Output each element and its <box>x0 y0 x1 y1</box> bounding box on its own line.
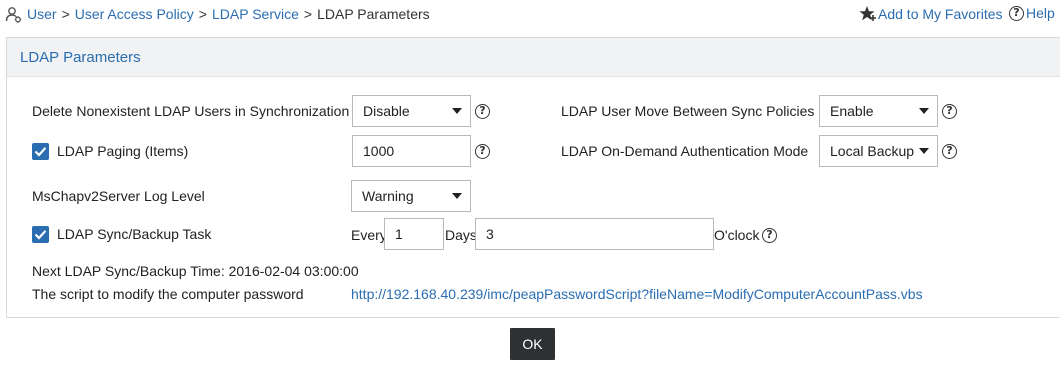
chevron-down-icon <box>452 108 462 114</box>
panel-title: LDAP Parameters <box>20 49 141 66</box>
script-url-link[interactable]: http://192.168.40.239/imc/peapPasswordSc… <box>351 286 923 302</box>
sync-hour-input[interactable]: 3 <box>475 218 714 250</box>
on-demand-auth-label: LDAP On-Demand Authentication Mode <box>561 143 809 159</box>
question-circle-icon[interactable]: ? <box>942 144 957 159</box>
mschap-log-level-label: MsChapv2Server Log Level <box>32 188 205 204</box>
check-icon <box>34 230 47 240</box>
sync-hour-value: 3 <box>486 226 494 242</box>
mschap-log-level-value: Warning <box>362 188 414 204</box>
panel-header: LDAP Parameters <box>7 38 1060 77</box>
ok-button[interactable]: OK <box>510 328 555 360</box>
breadcrumb-current: LDAP Parameters <box>317 6 430 22</box>
breadcrumb-link-ldap-service[interactable]: LDAP Service <box>212 6 299 22</box>
favorites-label: Add to My Favorites <box>878 5 1003 22</box>
breadcrumb-link-user[interactable]: User <box>27 6 57 22</box>
chevron-down-icon <box>452 193 462 199</box>
script-label: The script to modify the computer passwo… <box>32 286 304 302</box>
oclock-label: O'clock <box>714 227 760 243</box>
question-circle-icon[interactable]: ? <box>942 104 957 119</box>
move-between-policies-value: Enable <box>830 103 874 119</box>
top-bar: User > User Access Policy > LDAP Service > LDA… <box>0 0 1060 30</box>
sync-backup-task-label: LDAP Sync/Backup Task <box>57 226 212 242</box>
days-label: Days <box>445 227 477 243</box>
breadcrumb-link-user-access-policy[interactable]: User Access Policy <box>75 6 194 22</box>
delete-nonexistent-value: Disable <box>363 103 410 119</box>
mschap-log-level-select[interactable]: Warning <box>351 180 471 212</box>
question-circle-icon[interactable]: ? <box>762 228 777 243</box>
ldap-paging-value: 1000 <box>363 143 395 159</box>
on-demand-auth-select[interactable]: Local Backup <box>819 135 938 167</box>
add-to-favorites-link[interactable]: Add to My Favorites <box>859 5 1003 22</box>
breadcrumb-separator: > <box>303 6 313 22</box>
question-circle-icon[interactable]: ? <box>475 144 490 159</box>
question-circle-icon: ? <box>1009 5 1024 21</box>
user-admin-icon <box>5 7 22 23</box>
every-days-input[interactable]: 1 <box>384 218 444 250</box>
question-circle-icon[interactable]: ? <box>475 104 490 119</box>
delete-nonexistent-label: Delete Nonexistent LDAP Users in Synchro… <box>32 103 350 119</box>
sync-backup-task-checkbox[interactable] <box>32 226 49 243</box>
every-days-value: 1 <box>395 226 403 242</box>
chevron-down-icon <box>919 148 929 154</box>
check-icon <box>34 147 47 157</box>
breadcrumb-separator: > <box>198 6 207 22</box>
help-label: Help <box>1026 5 1055 21</box>
next-sync-time-text: Next LDAP Sync/Backup Time: 2016-02-04 0… <box>32 263 359 279</box>
star-add-icon <box>859 6 876 21</box>
on-demand-auth-value: Local Backup <box>830 143 915 159</box>
every-label: Every <box>351 227 387 243</box>
delete-nonexistent-select[interactable]: Disable <box>352 95 471 127</box>
breadcrumb: User > User Access Policy > LDAP Service > LDA… <box>27 6 430 22</box>
help-link[interactable]: ? Help <box>1009 5 1055 21</box>
chevron-down-icon <box>919 108 929 114</box>
move-between-policies-label: LDAP User Move Between Sync Policies <box>561 103 815 119</box>
ldap-paging-checkbox[interactable] <box>32 143 49 160</box>
move-between-policies-select[interactable]: Enable <box>819 95 938 127</box>
ldap-paging-input[interactable]: 1000 <box>352 135 471 167</box>
ldap-paging-label: LDAP Paging (Items) <box>57 143 189 159</box>
breadcrumb-separator: > <box>61 6 70 22</box>
